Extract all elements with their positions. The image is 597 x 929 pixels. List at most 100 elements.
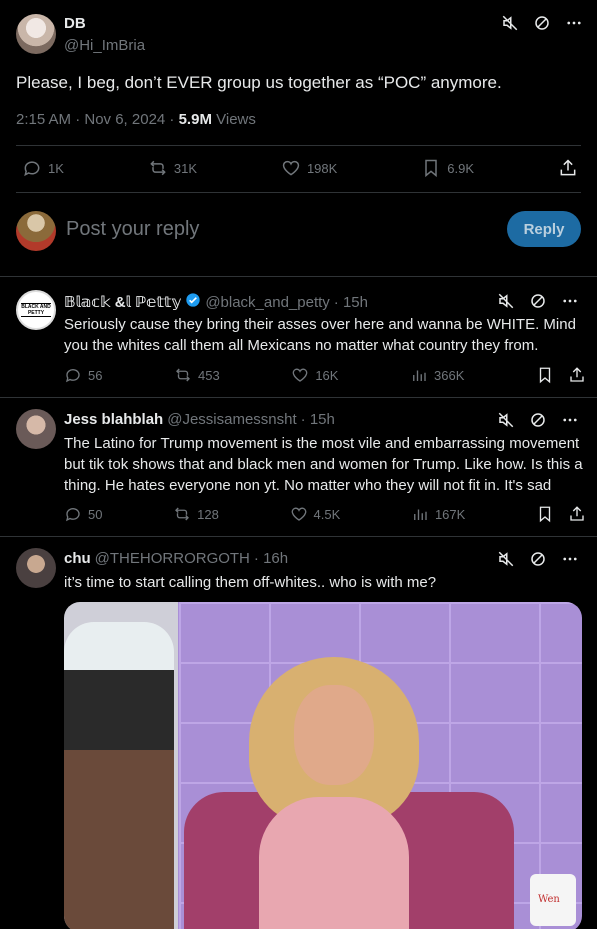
like-button[interactable]: 198K <box>281 158 337 178</box>
reply-author-handle[interactable]: @Jessisamessnsht <box>167 411 296 428</box>
block-icon[interactable] <box>533 14 551 32</box>
reply-text: Seriously cause they bring their asses o… <box>64 316 576 354</box>
reply-button[interactable]: 1K <box>22 158 64 178</box>
heart-icon <box>291 507 306 521</box>
share-icon[interactable] <box>568 366 586 384</box>
views-count: 167K <box>434 506 466 522</box>
share-icon <box>560 159 576 176</box>
reply-header-actions <box>497 550 579 568</box>
views-button[interactable]: 366K <box>410 366 464 384</box>
repost-icon <box>150 160 166 176</box>
mute-icon[interactable] <box>501 14 519 32</box>
repost-button[interactable]: 453 <box>174 366 220 384</box>
reply-time[interactable]: · 15h <box>334 294 368 311</box>
heart-icon <box>282 160 300 176</box>
reply-author-name[interactable]: 𝔹𝕝𝕒𝕔𝕜 &𝕝 ℙ𝕖𝕥𝕥𝕪 <box>64 293 181 311</box>
views-count: 366K <box>434 367 465 383</box>
author-avatar[interactable] <box>16 14 56 54</box>
divider <box>16 192 581 193</box>
share-icon[interactable] <box>568 505 586 523</box>
reply-author-handle[interactable]: @black_and_petty <box>205 294 329 311</box>
current-user-avatar[interactable] <box>16 211 56 251</box>
reply-actions: 50 128 4.5K 167K <box>64 505 586 523</box>
reply-author-name[interactable]: chu <box>64 550 91 567</box>
mute-icon[interactable] <box>497 411 515 429</box>
like-button[interactable]: 16K <box>291 366 338 384</box>
bookmark-icon <box>539 506 551 523</box>
reply-count: 56 <box>88 367 103 383</box>
mug-text: Wen <box>538 894 560 905</box>
reply-avatar[interactable] <box>16 548 56 588</box>
reply-actions: 56 453 16K 366K <box>64 366 586 384</box>
repost-count: 128 <box>197 506 219 522</box>
reply-avatar[interactable] <box>16 409 56 449</box>
reply-count: 1K <box>48 160 64 176</box>
bookmark-button[interactable]: 6.9K <box>421 158 474 178</box>
analytics-icon <box>414 509 427 520</box>
verified-badge-icon <box>185 292 201 312</box>
reply-count: 50 <box>88 506 103 522</box>
author-handle[interactable]: @Hi_ImBria <box>64 37 145 54</box>
reply-avatar[interactable]: BLACK AND PETTY <box>16 290 56 330</box>
views-count: 5.9M <box>178 111 212 128</box>
avatar-logo-text: BLACK AND PETTY <box>21 303 51 317</box>
share-button[interactable] <box>558 158 578 178</box>
repost-count: 31K <box>173 160 197 176</box>
author-name[interactable]: DB <box>64 15 86 32</box>
reply-icon <box>65 369 80 383</box>
divider <box>16 145 581 146</box>
views-label: Views <box>216 111 256 128</box>
divider <box>0 397 597 398</box>
media-person <box>249 657 419 929</box>
reply-media-image[interactable]: Wen <box>64 602 582 929</box>
like-count: 16K <box>315 367 339 383</box>
bookmark-count: 6.9K <box>447 160 475 176</box>
tweet-header-actions <box>501 14 583 32</box>
reply-header-actions <box>497 411 579 429</box>
media-left-figure <box>64 622 174 929</box>
bookmark-button[interactable] <box>536 505 586 523</box>
more-icon[interactable] <box>561 411 579 429</box>
like-count: 4.5K <box>313 506 341 522</box>
bookmark-icon <box>425 159 438 178</box>
analytics-icon <box>413 370 426 381</box>
block-icon[interactable] <box>529 411 547 429</box>
bookmark-icon <box>539 367 551 384</box>
heart-icon <box>292 368 308 382</box>
repost-count: 453 <box>198 367 220 383</box>
divider <box>0 536 597 537</box>
reply-author-name[interactable]: Jess blahblah <box>64 411 163 428</box>
mute-icon[interactable] <box>497 292 515 310</box>
media-mug: Wen <box>530 874 576 926</box>
mute-icon[interactable] <box>497 550 515 568</box>
more-icon[interactable] <box>565 14 583 32</box>
bookmark-button[interactable] <box>536 366 586 384</box>
reply-icon <box>24 161 40 177</box>
reply-text: The Latino for Trump movement is the mos… <box>64 435 583 494</box>
repost-button[interactable]: 31K <box>148 158 197 178</box>
reply-button[interactable]: 50 <box>64 505 102 523</box>
more-icon[interactable] <box>561 292 579 310</box>
reply-header: chu @THEHORRORGOTH · 16h <box>64 550 288 567</box>
reply-time[interactable]: · 16h <box>254 550 288 567</box>
tweet-meta: 2:15 AM · Nov 6, 2024 · 5.9M Views <box>16 111 256 128</box>
reply-button[interactable]: 56 <box>64 366 102 384</box>
reply-time[interactable]: · 15h <box>301 411 335 428</box>
like-button[interactable]: 4.5K <box>290 505 341 523</box>
block-icon[interactable] <box>529 550 547 568</box>
repost-button[interactable]: 128 <box>173 505 219 523</box>
views-button[interactable]: 167K <box>411 505 465 523</box>
tweet-timestamp[interactable]: 2:15 AM · Nov 6, 2024 · <box>16 111 174 128</box>
block-icon[interactable] <box>529 292 547 310</box>
reply-text: it’s time to start calling them off-whit… <box>64 574 437 591</box>
reply-author-handle[interactable]: @THEHORRORGOTH <box>95 550 250 567</box>
reply-input[interactable]: Post your reply <box>66 218 199 241</box>
reply-submit-button[interactable]: Reply <box>507 211 581 247</box>
like-count: 198K <box>306 160 338 176</box>
reply-header-actions <box>497 292 579 310</box>
reply-header: Jess blahblah @Jessisamessnsht · 15h <box>64 411 335 428</box>
repost-icon <box>175 507 190 521</box>
reply-icon <box>65 508 80 522</box>
reply-header: 𝔹𝕝𝕒𝕔𝕜 &𝕝 ℙ𝕖𝕥𝕥𝕪 @black_and_petty · 15h <box>64 292 368 312</box>
more-icon[interactable] <box>561 550 579 568</box>
